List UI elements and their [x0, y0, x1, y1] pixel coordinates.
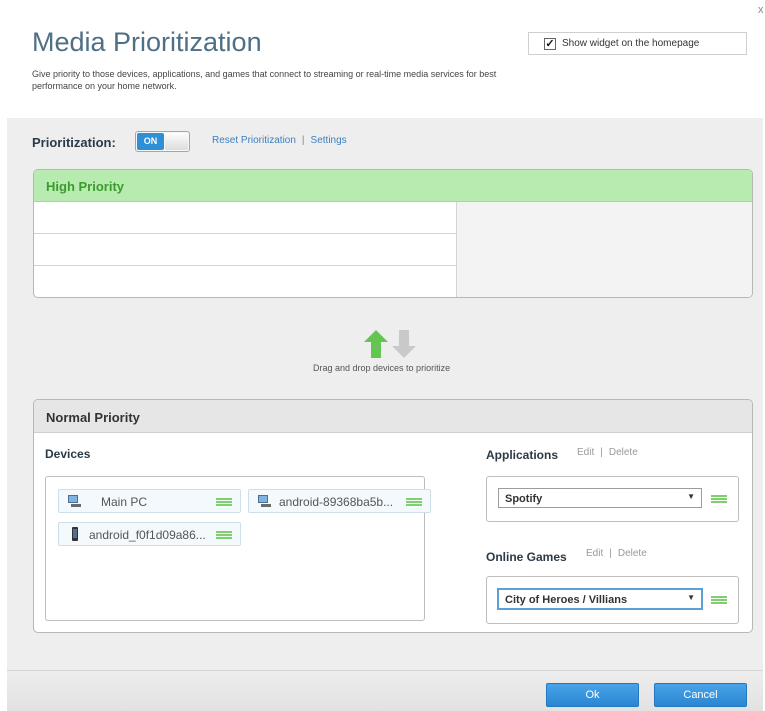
prioritization-links: Reset Prioritization | Settings — [212, 135, 347, 146]
normal-priority-title: Normal Priority — [46, 410, 140, 425]
high-priority-header: High Priority — [34, 170, 752, 202]
settings-link[interactable]: Settings — [311, 135, 347, 146]
drag-handle-icon[interactable] — [711, 495, 727, 503]
online-games-selected: City of Heroes / Villians — [505, 594, 628, 606]
close-icon[interactable]: x — [758, 4, 764, 16]
device-name: android-89368ba5b... — [279, 495, 394, 509]
high-priority-title: High Priority — [46, 179, 125, 194]
phone-icon — [72, 527, 78, 541]
desktop-icon — [68, 495, 81, 507]
drag-drop-hint: Drag and drop devices to prioritize — [313, 363, 451, 373]
page-subtitle: Give priority to those devices, applicat… — [32, 69, 497, 91]
prioritization-toggle[interactable]: ON — [135, 131, 190, 152]
footer-bar — [7, 670, 763, 711]
high-priority-slot-3[interactable] — [34, 266, 457, 297]
ok-button[interactable]: Ok — [546, 683, 639, 707]
devices-label: Devices — [45, 447, 91, 461]
applications-label: Applications — [486, 448, 559, 462]
applications-select[interactable]: Spotify ▼ — [498, 488, 702, 508]
toggle-knob[interactable] — [165, 133, 188, 150]
show-widget-checkbox[interactable]: ✓ — [544, 38, 556, 50]
online-games-label: Online Games — [486, 550, 567, 564]
cancel-button[interactable]: Cancel — [654, 683, 747, 707]
high-priority-slot-2[interactable] — [34, 234, 457, 266]
device-chip-android-1[interactable]: android-89368ba5b... — [248, 489, 431, 513]
drag-handle-icon[interactable] — [216, 498, 232, 506]
chevron-down-icon: ▼ — [687, 492, 695, 501]
online-games-actions: Edit | Delete — [586, 548, 647, 559]
online-games-edit-link[interactable]: Edit — [586, 548, 603, 559]
drag-handle-icon[interactable] — [216, 531, 232, 539]
applications-actions: Edit | Delete — [577, 447, 638, 458]
online-games-delete-link[interactable]: Delete — [618, 548, 647, 559]
show-widget-label: Show widget on the homepage — [562, 38, 700, 49]
high-priority-drop-area[interactable] — [457, 202, 752, 297]
high-priority-slot-1[interactable] — [34, 202, 457, 234]
applications-edit-link[interactable]: Edit — [577, 447, 594, 458]
device-chip-android-2[interactable]: android_f0f1d09a86... — [58, 522, 241, 546]
applications-selected: Spotify — [505, 493, 543, 505]
header-panel — [7, 6, 763, 118]
device-name: android_f0f1d09a86... — [89, 528, 206, 542]
desktop-icon — [258, 495, 271, 507]
normal-priority-header: Normal Priority — [34, 400, 752, 433]
toggle-on-label: ON — [137, 133, 164, 150]
drag-handle-icon[interactable] — [406, 498, 422, 506]
devices-list: Main PC android-89368ba5b... android_f0f… — [45, 476, 431, 621]
high-priority-panel: High Priority — [33, 169, 753, 298]
applications-delete-link[interactable]: Delete — [609, 447, 638, 458]
up-down-arrows-icon — [364, 330, 416, 358]
device-name: Main PC — [101, 495, 148, 509]
show-widget-option[interactable]: ✓ Show widget on the homepage — [528, 32, 747, 55]
chevron-down-icon: ▼ — [687, 593, 695, 602]
drag-handle-icon[interactable] — [711, 596, 727, 604]
link-separator: | — [301, 135, 305, 146]
reset-prioritization-link[interactable]: Reset Prioritization — [212, 135, 296, 146]
page-title: Media Prioritization — [32, 27, 262, 57]
link-separator: | — [600, 447, 603, 458]
link-separator: | — [609, 548, 612, 559]
device-chip-main-pc[interactable]: Main PC — [58, 489, 241, 513]
online-games-select[interactable]: City of Heroes / Villians ▼ — [497, 588, 703, 610]
prioritization-label: Prioritization: — [32, 135, 116, 150]
